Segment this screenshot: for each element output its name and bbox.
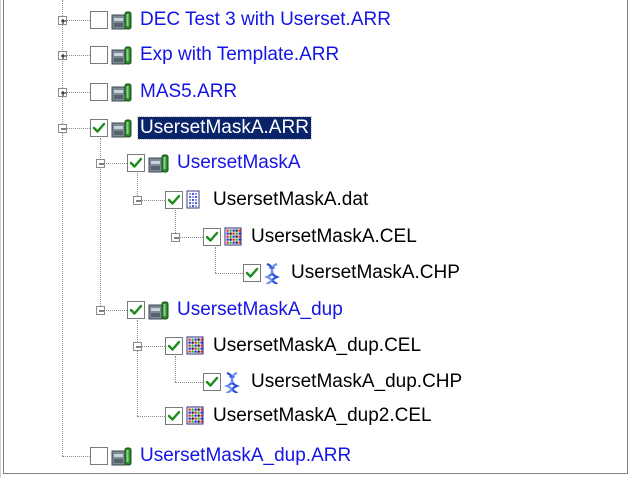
tree-connector-line bbox=[62, 456, 90, 457]
tree-item-label[interactable]: Exp with Template.ARR bbox=[138, 44, 341, 66]
file-tree: DEC Test 3 with Userset.ARR Exp with Temp… bbox=[0, 0, 631, 478]
tree-item-checkbox[interactable] bbox=[165, 337, 183, 355]
tree-connector-line bbox=[175, 382, 203, 383]
tree-connector-line bbox=[62, 0, 63, 456]
tree-item-label[interactable]: DEC Test 3 with Userset.ARR bbox=[138, 9, 393, 31]
dat-file-icon bbox=[186, 190, 200, 215]
chp-file-icon bbox=[224, 371, 240, 399]
tree-item-checkbox[interactable] bbox=[203, 373, 221, 391]
tree-item-label[interactable]: UsersetMaskA_dup bbox=[175, 299, 345, 321]
tree-item-label[interactable]: UsersetMaskA_dup.ARR bbox=[138, 445, 353, 467]
tree-connector-line bbox=[137, 320, 138, 416]
tree-connector-line bbox=[175, 356, 176, 382]
experiment-file-icon bbox=[111, 82, 133, 107]
tree-item-checkbox[interactable] bbox=[127, 301, 145, 319]
tree-item-checkbox[interactable] bbox=[90, 119, 108, 137]
cel-file-icon bbox=[186, 406, 204, 431]
tree-item-label[interactable]: UsersetMaskA.CEL bbox=[249, 226, 419, 248]
tree-item-checkbox[interactable] bbox=[165, 407, 183, 425]
collapse-toggle[interactable] bbox=[96, 306, 105, 315]
tree-connector-line bbox=[137, 416, 165, 417]
experiment-file-icon bbox=[111, 118, 133, 143]
tree-connector-line bbox=[215, 273, 243, 274]
tree-item-checkbox[interactable] bbox=[127, 154, 145, 172]
tree-item-label[interactable]: UsersetMaskA_dup.CEL bbox=[211, 335, 423, 357]
collapse-toggle[interactable] bbox=[133, 342, 142, 351]
tree-item-label[interactable]: UsersetMaskA_dup.CHP bbox=[249, 371, 464, 393]
cel-file-icon bbox=[186, 336, 204, 361]
tree-item-checkbox[interactable] bbox=[203, 228, 221, 246]
cel-file-icon bbox=[224, 227, 242, 252]
tree-item-label[interactable]: UsersetMaskA.dat bbox=[211, 189, 370, 211]
tree-item-checkbox[interactable] bbox=[90, 11, 108, 29]
experiment-file-icon bbox=[111, 10, 133, 35]
tree-item-label[interactable]: UsersetMaskA_dup2.CEL bbox=[211, 405, 434, 427]
collapse-toggle[interactable] bbox=[58, 124, 67, 133]
tree-item-checkbox[interactable] bbox=[90, 46, 108, 64]
collapse-toggle[interactable] bbox=[96, 159, 105, 168]
collapse-toggle[interactable] bbox=[133, 196, 142, 205]
expand-toggle[interactable] bbox=[58, 16, 67, 25]
experiment-icon bbox=[148, 300, 170, 325]
experiment-icon bbox=[148, 153, 170, 178]
chp-file-icon bbox=[264, 262, 280, 290]
tree-item-checkbox[interactable] bbox=[90, 83, 108, 101]
experiment-file-icon bbox=[111, 45, 133, 70]
tree-item-label[interactable]: UsersetMaskA bbox=[175, 152, 303, 174]
tree-item-label[interactable]: MAS5.ARR bbox=[138, 81, 239, 103]
tree-item-checkbox[interactable] bbox=[90, 447, 108, 465]
expand-toggle[interactable] bbox=[58, 51, 67, 60]
tree-item-checkbox[interactable] bbox=[165, 191, 183, 209]
tree-item-label[interactable]: UsersetMaskA.CHP bbox=[289, 262, 462, 284]
experiment-file-icon bbox=[111, 446, 133, 471]
tree-connector-line bbox=[215, 247, 216, 273]
tree-item-label[interactable]: UsersetMaskA.ARR bbox=[137, 116, 312, 140]
expand-toggle[interactable] bbox=[58, 88, 67, 97]
collapse-toggle[interactable] bbox=[171, 233, 180, 242]
tree-item-checkbox[interactable] bbox=[243, 264, 261, 282]
